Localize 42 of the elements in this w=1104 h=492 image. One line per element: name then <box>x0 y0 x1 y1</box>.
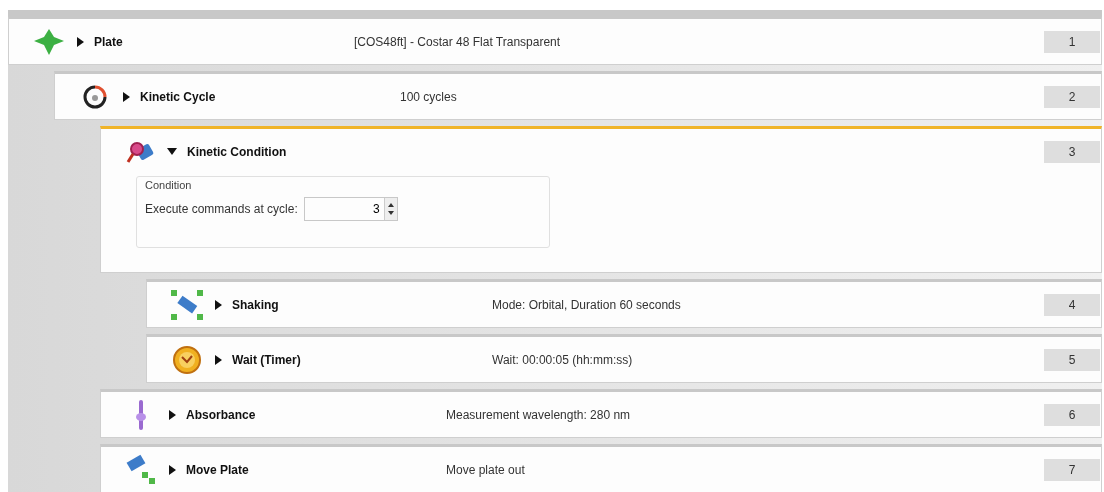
step-card[interactable]: Move Plate Move plate out 7 <box>100 444 1102 492</box>
step-name: Kinetic Condition <box>187 144 288 159</box>
step-description: Mode: Orbital, Duration 60 seconds <box>492 297 681 312</box>
expander-arrow[interactable] <box>169 409 176 420</box>
expander-arrow[interactable] <box>123 91 130 102</box>
expander-arrow[interactable] <box>215 354 222 365</box>
step-card[interactable]: Shaking Mode: Orbital, Duration 60 seconds 4 <box>146 279 1102 328</box>
step-card[interactable]: Plate [COS48ft] - Costar 48 Flat Transparent 1 <box>8 16 1102 65</box>
step-card[interactable]: Kinetic Cycle 100 cycles 2 <box>54 71 1102 120</box>
cycle-spinner[interactable]: 3 <box>303 197 398 221</box>
step-name: Absorbance <box>186 407 257 422</box>
group-label: Condition <box>145 179 193 191</box>
step-description: 100 cycles <box>400 89 457 104</box>
step-description: Measurement wavelength: 280 nm <box>446 407 631 422</box>
expander-arrow[interactable] <box>169 464 176 475</box>
clock-icon <box>172 344 202 375</box>
expander-arrow[interactable] <box>77 36 84 47</box>
field-label: Execute commands at cycle: <box>145 202 298 216</box>
cuvette-icon <box>134 398 148 431</box>
step-card[interactable]: Wait (Timer) Wait: 00:00:05 (hh:mm:ss) 5 <box>146 334 1102 383</box>
step-name: Kinetic Cycle <box>140 89 217 104</box>
step-number: 7 <box>1044 458 1100 481</box>
step-number: 1 <box>1044 30 1100 53</box>
plate-move-icon <box>124 453 158 486</box>
step-name: Move Plate <box>186 462 250 477</box>
step-number: 2 <box>1044 85 1100 108</box>
step-description: [COS48ft] - Costar 48 Flat Transparent <box>354 34 561 49</box>
step-number: 6 <box>1044 403 1100 426</box>
step-card[interactable]: Kinetic Condition 3 Condition Execute commands at cycle: 3 <box>100 126 1102 273</box>
step-number: 4 <box>1044 293 1100 316</box>
expander-arrow[interactable] <box>215 299 222 310</box>
step-description: Wait: 00:00:05 (hh:mm:ss) <box>492 352 633 367</box>
step-name: Wait (Timer) <box>232 352 302 367</box>
step-name: Plate <box>94 34 124 49</box>
step-card[interactable]: Absorbance Measurement wavelength: 280 nm 6 <box>100 389 1102 438</box>
step-number: 3 <box>1044 140 1100 163</box>
step-number: 5 <box>1044 348 1100 371</box>
step-description: Move plate out <box>446 462 525 477</box>
shaker-icon <box>169 287 205 322</box>
step-name: Shaking <box>232 297 280 312</box>
cycle-icon <box>82 83 108 110</box>
expander-arrow[interactable] <box>167 148 177 155</box>
